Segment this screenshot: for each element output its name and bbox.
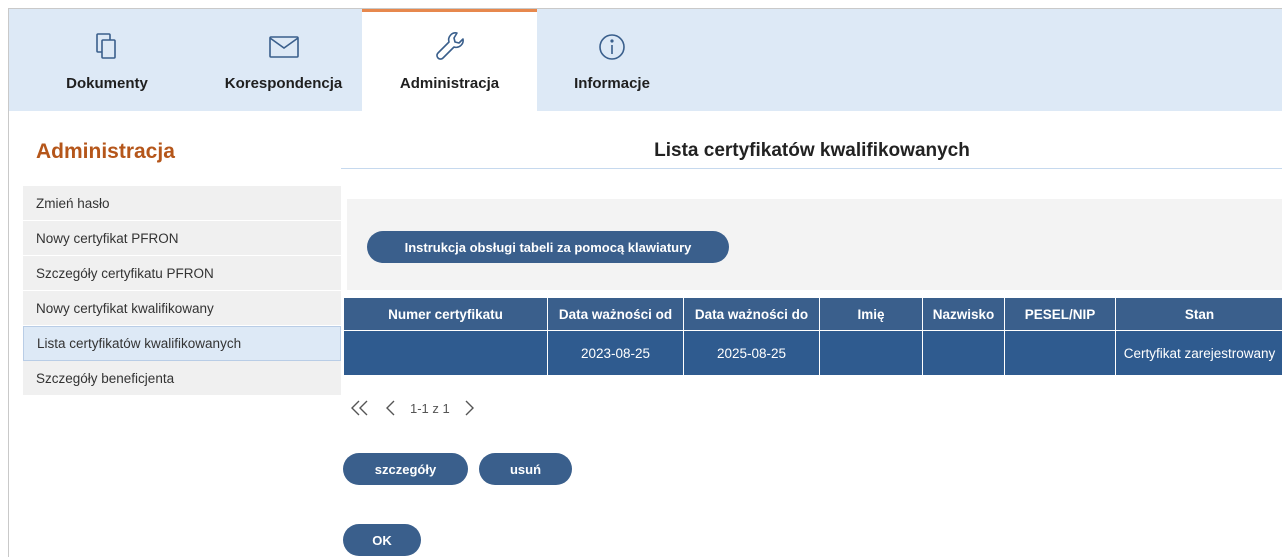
details-button[interactable]: szczegóły — [343, 453, 468, 485]
top-navigation: Dokumenty Korespondencja Administracja I… — [9, 9, 1282, 111]
page-title: Lista certyfikatów kwalifikowanych — [341, 133, 1282, 169]
page-info: 1-1 z 1 — [410, 400, 450, 416]
tab-informacje[interactable]: Informacje — [537, 9, 687, 111]
tab-dokumenty[interactable]: Dokumenty — [9, 9, 205, 111]
keyboard-instructions-button[interactable]: Instrukcja obsługi tabeli za pomocą klaw… — [367, 231, 729, 263]
ok-button[interactable]: OK — [343, 524, 421, 556]
table-toolbar-panel: Instrukcja obsługi tabeli za pomocą klaw… — [347, 199, 1282, 290]
documents-icon — [96, 29, 118, 65]
wrench-icon — [435, 29, 465, 65]
tab-label: Administracja — [399, 75, 500, 92]
sidebar-menu: Zmień hasło Nowy certyfikat PFRON Szczeg… — [23, 186, 341, 396]
certificates-table: Numer certyfikatu Data ważności od Data … — [343, 297, 1282, 376]
sidebar-title: Administracja — [36, 140, 175, 163]
cell-stan: Certyfikat zarejestrowany — [1115, 330, 1282, 376]
tab-label: Korespondencja — [224, 75, 343, 92]
envelope-icon — [268, 29, 299, 65]
app-frame: Dokumenty Korespondencja Administracja I… — [8, 8, 1282, 557]
column-header-imie[interactable]: Imię — [819, 297, 923, 331]
tab-label: Dokumenty — [66, 75, 148, 92]
cell-data-od: 2023-08-25 — [547, 330, 684, 376]
table-row[interactable]: 2023-08-25 2025-08-25 Certyfikat zarejes… — [343, 330, 1282, 376]
column-header-numer-certyfikatu[interactable]: Numer certyfikatu — [343, 297, 548, 331]
delete-button[interactable]: usuń — [479, 453, 572, 485]
tab-label: Informacje — [574, 75, 650, 92]
first-page-icon[interactable] — [349, 398, 371, 418]
sidebar-item-nowy-certyfikat-pfron[interactable]: Nowy certyfikat PFRON — [23, 221, 341, 256]
sidebar-item-nowy-certyfikat-kwalifikowany[interactable]: Nowy certyfikat kwalifikowany — [23, 291, 341, 326]
previous-page-icon[interactable] — [385, 398, 397, 418]
column-header-stan[interactable]: Stan — [1115, 297, 1282, 331]
table-header-row: Numer certyfikatu Data ważności od Data … — [343, 297, 1282, 331]
cell-pesel-nip — [1004, 330, 1116, 376]
column-header-data-od[interactable]: Data ważności od — [547, 297, 684, 331]
cell-nazwisko — [922, 330, 1005, 376]
sidebar-item-lista-certyfikatow[interactable]: Lista certyfikatów kwalifikowanych — [23, 326, 341, 361]
cell-data-do: 2025-08-25 — [683, 330, 820, 376]
column-header-pesel-nip[interactable]: PESEL/NIP — [1004, 297, 1116, 331]
column-header-data-do[interactable]: Data ważności do — [683, 297, 820, 331]
cell-imie — [819, 330, 923, 376]
next-page-icon[interactable] — [463, 398, 475, 418]
info-icon — [598, 29, 626, 65]
tab-korespondencja[interactable]: Korespondencja — [205, 9, 362, 111]
sidebar-item-szczegoly-certyfikatu-pfron[interactable]: Szczegóły certyfikatu PFRON — [23, 256, 341, 291]
sidebar-item-szczegoly-beneficjenta[interactable]: Szczegóły beneficjenta — [23, 361, 341, 396]
cell-numer-certyfikatu — [343, 330, 548, 376]
column-header-nazwisko[interactable]: Nazwisko — [922, 297, 1005, 331]
tab-administracja[interactable]: Administracja — [362, 9, 537, 111]
sidebar-item-zmien-haslo[interactable]: Zmień hasło — [23, 186, 341, 221]
pagination: 1-1 z 1 — [349, 394, 475, 422]
